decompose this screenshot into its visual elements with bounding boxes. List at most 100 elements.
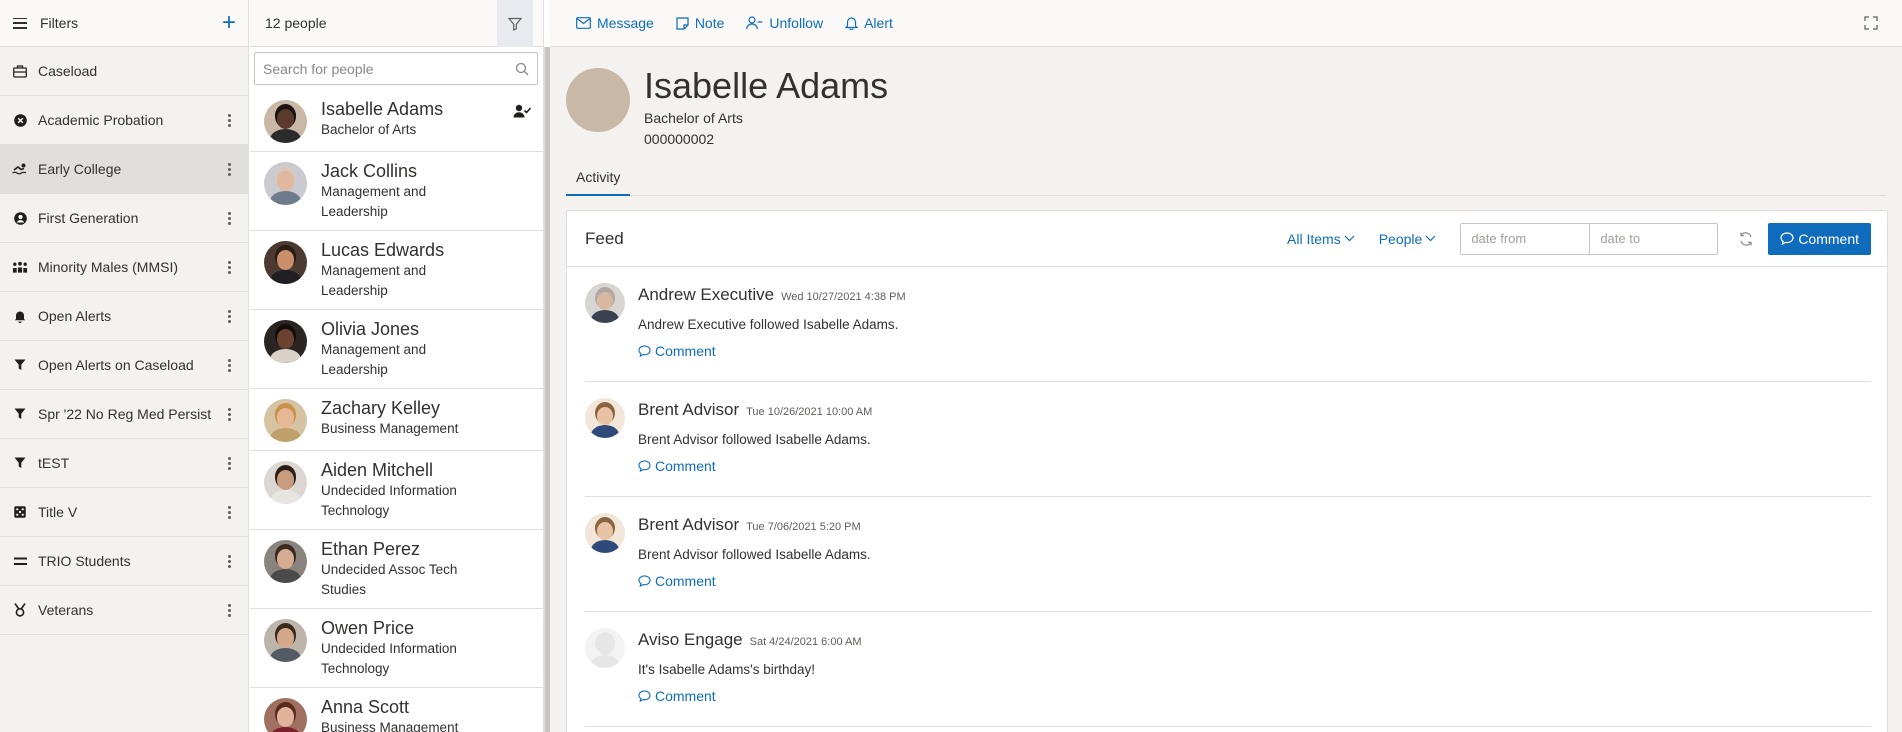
person-program: Bachelor of Arts [321, 122, 417, 137]
tab-activity[interactable]: Activity [566, 163, 631, 196]
feed-timestamp: Wed 10/27/2021 4:38 PM [781, 291, 906, 303]
sidebar-item-label: Academic Probation [38, 112, 164, 128]
hamburger-menu-icon[interactable] [13, 17, 27, 29]
sidebar-item-label: Early College [38, 161, 122, 177]
sidebar-item-open-alerts[interactable]: Open Alerts [0, 292, 248, 341]
user-check-icon[interactable] [513, 104, 531, 118]
unfollow-label: Unfollow [769, 15, 824, 31]
sidebar-item-label: First Generation [38, 210, 139, 226]
more-options-icon[interactable] [228, 309, 232, 323]
person-list-item[interactable]: Olivia Jones Management and Leadership [250, 310, 543, 389]
equals-icon [12, 553, 28, 569]
feed-comment-link[interactable]: Comment [638, 343, 716, 359]
feed-comment-label: Comment [655, 688, 716, 704]
more-options-icon[interactable] [228, 211, 232, 225]
search-icon[interactable] [515, 62, 529, 76]
speech-bubble-icon [638, 460, 651, 472]
more-options-icon[interactable] [228, 113, 232, 127]
sidebar-item-test[interactable]: tEST [0, 439, 248, 488]
feed-comment-link[interactable]: Comment [638, 688, 716, 704]
filters-title: Filters [40, 15, 79, 31]
more-options-icon[interactable] [228, 505, 232, 519]
date-from-input[interactable] [1461, 223, 1590, 254]
more-options-icon[interactable] [228, 407, 232, 421]
feed-comment-label: Comment [655, 343, 716, 359]
filter-toggle-button[interactable] [497, 0, 533, 47]
date-to-input[interactable] [1589, 223, 1718, 254]
envelope-icon [576, 17, 591, 29]
people-dropdown[interactable]: People [1379, 231, 1437, 247]
message-button[interactable]: Message [576, 15, 654, 31]
person-list-item[interactable]: Lucas Edwards Management and Leadership [250, 231, 543, 310]
avatar [264, 698, 307, 732]
sidebar-item-minority-males-mmsi[interactable]: Minority Males (MMSI) [0, 243, 248, 292]
more-options-icon[interactable] [228, 456, 232, 470]
all-items-dropdown[interactable]: All Items [1287, 231, 1355, 247]
note-button[interactable]: Note [676, 15, 724, 31]
person-name: Jack Collins [321, 161, 418, 181]
avatar [585, 513, 625, 553]
feed-comment-link[interactable]: Comment [638, 573, 716, 589]
feed-text: Brent Advisor followed Isabelle Adams. [638, 432, 871, 447]
feed-comment-link[interactable]: Comment [638, 458, 716, 474]
expand-icon[interactable] [1864, 16, 1878, 30]
person-list-item[interactable]: Owen Price Undecided Information Technolo… [250, 609, 543, 688]
person-program: Business Management [321, 421, 459, 436]
avatar [264, 162, 307, 205]
feed-entry: Andrew Executive Wed 10/27/2021 4:38 PM An… [585, 267, 1871, 382]
feed-text: Brent Advisor followed Isabelle Adams. [638, 547, 871, 562]
person-name: Olivia Jones [321, 319, 420, 339]
sidebar-item-label: Open Alerts on Caseload [38, 357, 194, 373]
person-program: Management and Leadership [321, 184, 427, 219]
add-comment-label: Comment [1798, 230, 1859, 247]
more-options-icon[interactable] [228, 554, 232, 568]
filters-sidebar: Filters + Caseload Academic Probation Earl… [0, 0, 249, 732]
sidebar-item-early-college[interactable]: Early College [0, 145, 248, 194]
sidebar-item-open-alerts-on-caseload[interactable]: Open Alerts on Caseload [0, 341, 248, 390]
feed-timestamp: Sat 4/24/2021 6:00 AM [749, 636, 862, 648]
feed-text: Andrew Executive followed Isabelle Adams… [638, 317, 899, 332]
add-comment-button[interactable]: Comment [1768, 222, 1871, 255]
sidebar-item-label: tEST [38, 455, 70, 471]
sidebar-item-first-generation[interactable]: First Generation [0, 194, 248, 243]
refresh-button[interactable] [1738, 231, 1754, 247]
person-list-item[interactable]: Jack Collins Management and Leadership [250, 152, 543, 231]
sidebar-item-trio-students[interactable]: TRIO Students [0, 537, 248, 586]
sidebar-item-academic-probation[interactable]: Academic Probation [0, 96, 248, 145]
more-options-icon[interactable] [228, 603, 232, 617]
unfollow-button[interactable]: Unfollow [746, 15, 823, 31]
person-name: Aiden Mitchell [321, 460, 434, 480]
alert-button[interactable]: Alert [845, 15, 893, 31]
person-list-item[interactable]: Anna Scott Business Management Technology [250, 688, 543, 732]
profile-avatar [566, 68, 630, 132]
speech-bubble-icon [638, 575, 651, 587]
avatar [264, 619, 307, 662]
sidebar-item-veterans[interactable]: Veterans [0, 586, 248, 635]
person-list-item[interactable]: Ethan Perez Undecided Assoc Tech Studies [250, 530, 543, 609]
sidebar-item-spr-22-no-reg-med-persist[interactable]: Spr '22 No Reg Med Persist [0, 390, 248, 439]
activity-feed: Feed All Items People Comment Andrew Exe… [566, 210, 1888, 732]
feed-entry: Aviso Engage Sat 4/24/2021 6:00 AM It's Is… [585, 612, 1871, 727]
profile-name: Isabelle Adams [644, 65, 889, 106]
more-options-icon[interactable] [228, 260, 232, 274]
sidebar-item-label: Veterans [38, 602, 94, 618]
sidebar-item-title-v[interactable]: Title V [0, 488, 248, 537]
speech-bubble-icon [638, 690, 651, 702]
feed-entry: Brent Advisor Tue 7/06/2021 5:20 PM Brent … [585, 497, 1871, 612]
feed-entry: Brent Advisor Tue 10/26/2021 10:00 AM Bren… [585, 382, 1871, 497]
swimmer-icon [12, 161, 28, 177]
person-list-item[interactable]: Isabelle Adams Bachelor of Arts [250, 90, 543, 152]
bell-icon [12, 308, 28, 324]
avatar [264, 320, 307, 363]
person-list-item[interactable]: Aiden Mitchell Undecided Information Tech… [250, 451, 543, 530]
people-search-input[interactable] [263, 60, 515, 77]
refresh-icon [1740, 231, 1752, 246]
more-options-icon[interactable] [228, 162, 232, 176]
person-list-item[interactable]: Zachary Kelley Business Management [250, 389, 543, 451]
person-detail-panel: Message Note Unfollow Alert Isabelle Ada… [550, 0, 1902, 732]
more-options-icon[interactable] [228, 358, 232, 372]
feed-author: Aviso Engage [638, 630, 743, 649]
add-filter-button[interactable]: + [222, 11, 236, 35]
sidebar-item-caseload[interactable]: Caseload [0, 47, 248, 96]
avatar [585, 283, 625, 323]
